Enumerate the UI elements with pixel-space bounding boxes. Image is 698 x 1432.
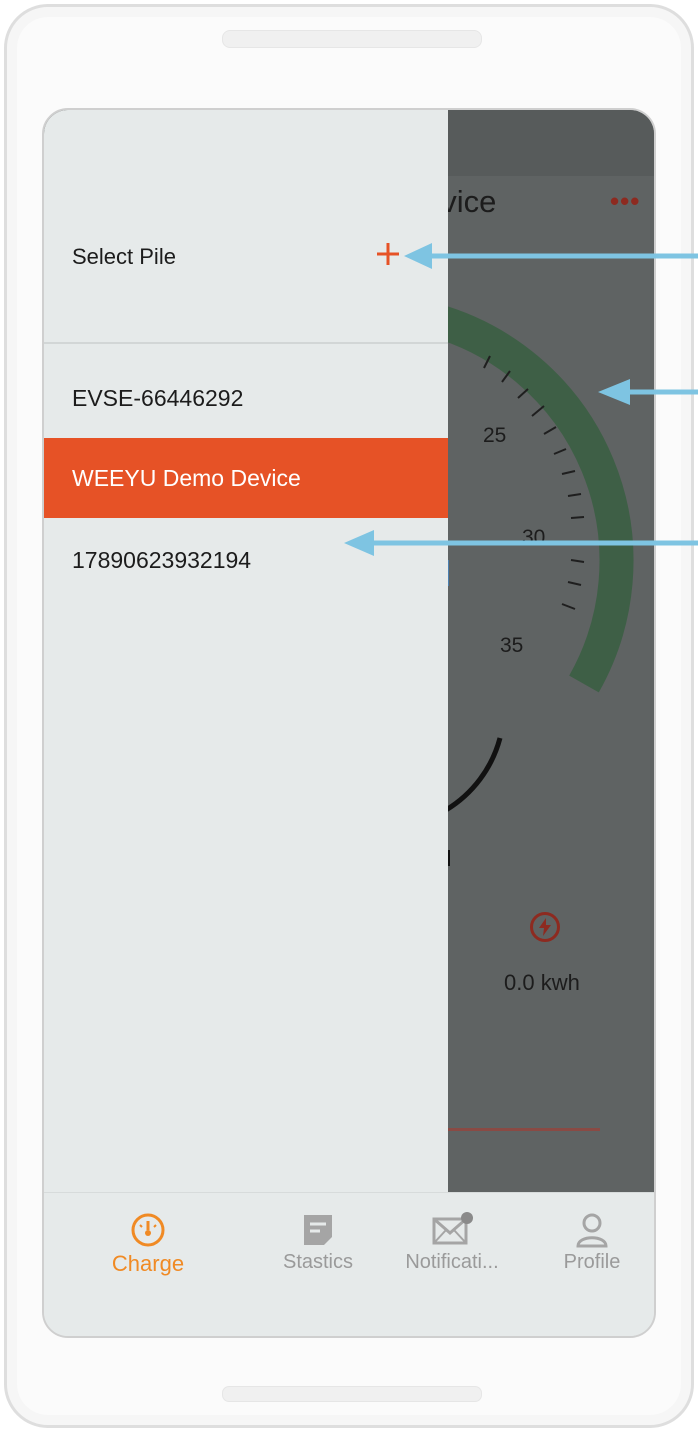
annotation-arrow bbox=[344, 530, 698, 556]
annotation-arrows bbox=[344, 243, 698, 556]
phone-home-bar bbox=[222, 1386, 482, 1402]
annotation-arrow bbox=[598, 379, 698, 405]
annotation-arrow bbox=[404, 243, 698, 269]
